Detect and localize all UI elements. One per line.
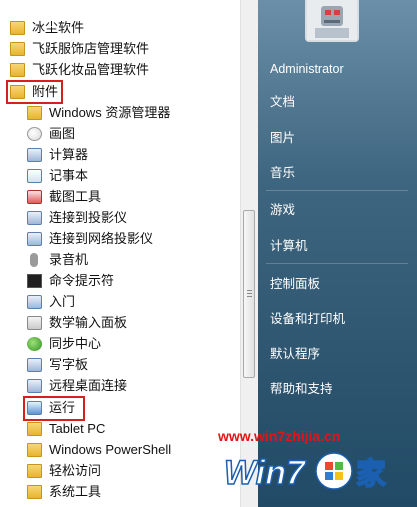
- games-link[interactable]: 游戏: [270, 199, 295, 221]
- program-label: 计算器: [49, 147, 89, 162]
- separator: [266, 190, 408, 191]
- logo-text-home: 家: [356, 457, 386, 492]
- network-projector-icon: [27, 232, 42, 246]
- highlight-accessories: [6, 80, 63, 104]
- pictures-link[interactable]: 图片: [270, 127, 295, 149]
- folder-icon: [27, 443, 42, 457]
- program-label: 远程桌面连接: [49, 378, 128, 393]
- snipping-icon: [27, 190, 42, 204]
- paint-icon: [27, 127, 42, 141]
- watermark-url: www.win7zhijia.cn: [218, 428, 341, 444]
- getting-started-icon: [27, 295, 42, 309]
- microphone-icon: [30, 253, 38, 267]
- avatar-picture: [307, 0, 357, 40]
- documents-link[interactable]: 文档: [270, 91, 295, 113]
- folder-icon: [27, 464, 42, 478]
- calculator-icon: [27, 148, 42, 162]
- highlight-run: [23, 396, 85, 421]
- projector-icon: [27, 211, 42, 225]
- folder-icon: [27, 485, 42, 499]
- music-link[interactable]: 音乐: [270, 162, 295, 184]
- remote-desktop-icon: [27, 379, 42, 393]
- program-label: 轻松访问: [49, 463, 102, 478]
- program-label: 系统工具: [49, 484, 102, 499]
- program-label: Windows 资源管理器: [49, 105, 171, 120]
- grip-line: [247, 290, 252, 291]
- devices-printers-link[interactable]: 设备和打印机: [270, 308, 345, 330]
- program-label: 记事本: [49, 168, 89, 183]
- windows-orb-icon: [315, 452, 353, 490]
- computer-link[interactable]: 计算机: [270, 235, 308, 257]
- folder-icon: [27, 422, 42, 436]
- win7-logo-watermark: Win7 家: [222, 446, 390, 496]
- user-name-link[interactable]: Administrator: [270, 58, 344, 80]
- logo-text-win7: Win7: [224, 454, 307, 492]
- program-label: 飞跃服饰店管理软件: [32, 41, 150, 56]
- help-support-link[interactable]: 帮助和支持: [270, 378, 333, 400]
- program-label: 入门: [49, 294, 76, 309]
- program-label: 冰尘软件: [32, 20, 85, 35]
- logo-graphic: Win7 家: [223, 452, 387, 493]
- folder-icon: [10, 63, 25, 77]
- program-label: 画图: [49, 126, 76, 141]
- program-label: 连接到网络投影仪: [49, 231, 154, 246]
- program-label: 同步中心: [49, 336, 102, 351]
- explorer-icon: [27, 106, 42, 120]
- cmd-icon: [27, 274, 42, 288]
- user-avatar[interactable]: [305, 0, 359, 42]
- grip-line: [247, 293, 252, 294]
- control-panel-link[interactable]: 控制面板: [270, 273, 320, 295]
- program-label: 数学输入面板: [49, 315, 128, 330]
- program-label: 连接到投影仪: [49, 210, 128, 225]
- folder-icon: [10, 21, 25, 35]
- math-panel-icon: [27, 316, 42, 330]
- wordpad-icon: [27, 358, 42, 372]
- separator: [266, 263, 408, 264]
- folder-icon: [10, 42, 25, 56]
- grip-line: [247, 296, 252, 297]
- program-label: 写字板: [49, 357, 89, 372]
- sync-icon: [27, 337, 42, 351]
- program-label: 截图工具: [49, 189, 102, 204]
- scrollbar-thumb[interactable]: [243, 210, 255, 378]
- program-label: Tablet PC: [49, 421, 106, 436]
- notepad-icon: [27, 169, 42, 183]
- program-label: 飞跃化妆品管理软件: [32, 62, 150, 77]
- default-programs-link[interactable]: 默认程序: [270, 343, 320, 365]
- program-label: Windows PowerShell: [49, 442, 172, 457]
- program-label: 录音机: [49, 252, 89, 267]
- program-label: 命令提示符: [49, 273, 115, 288]
